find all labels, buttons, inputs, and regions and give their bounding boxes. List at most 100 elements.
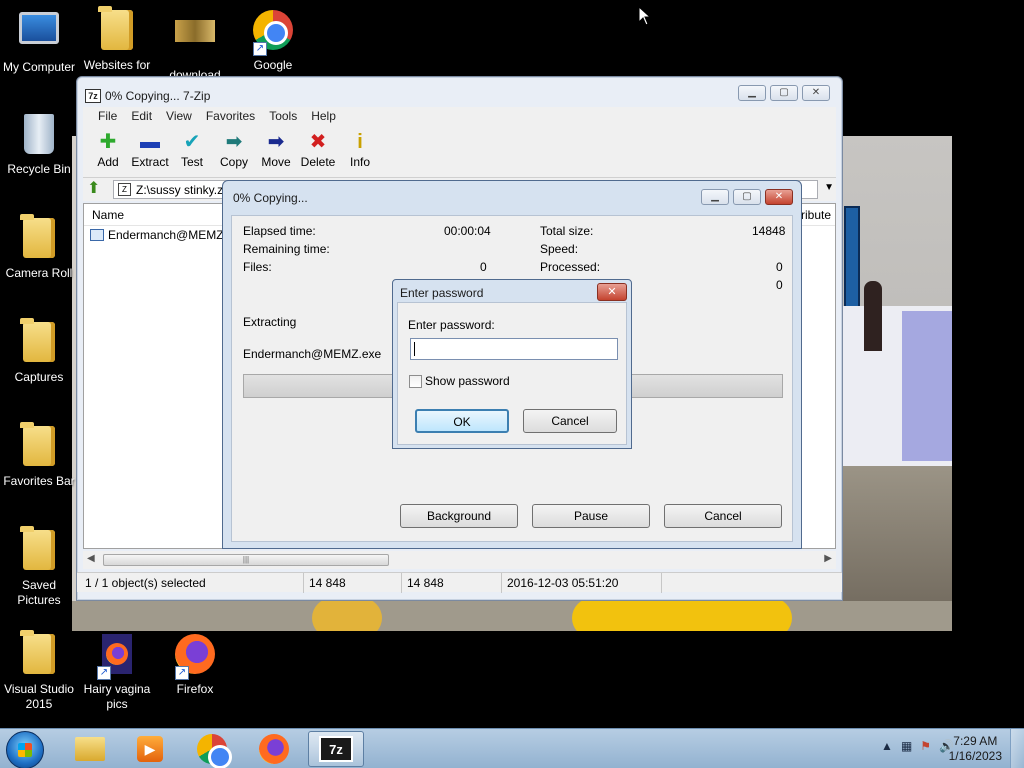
- desktop-icon-captures[interactable]: Captures: [0, 318, 78, 385]
- network-icon[interactable]: ▦: [901, 739, 912, 753]
- taskbar-chrome[interactable]: [184, 731, 240, 768]
- close-button[interactable]: ✕: [597, 283, 627, 301]
- column-name[interactable]: Name: [92, 208, 124, 222]
- cancel-button[interactable]: Cancel: [523, 409, 617, 433]
- action-center-icon[interactable]: ⚑: [920, 739, 931, 753]
- chevron-down-icon[interactable]: ▼: [824, 182, 834, 193]
- minimize-button[interactable]: ▁: [738, 85, 766, 101]
- background-button[interactable]: Background: [400, 504, 518, 528]
- taskbar-7zip[interactable]: 7z: [308, 731, 364, 767]
- copy-label: Copy: [219, 155, 248, 169]
- move-icon: ➡: [267, 131, 285, 153]
- folder-icon: [20, 526, 55, 570]
- desktop-icon-hairy-pics[interactable]: ↗ Hairy vagina pics: [78, 632, 156, 712]
- horizontal-scrollbar[interactable]: ◀ ||| ▶: [83, 551, 836, 569]
- recycle-bin-icon: [24, 114, 54, 154]
- add-button[interactable]: ✚ Add: [87, 125, 129, 177]
- desktop-icon-favorites-bar[interactable]: Favorites Bar: [0, 422, 78, 489]
- info-icon: i: [357, 131, 363, 153]
- move-label: Move: [261, 155, 291, 169]
- explorer-icon: [75, 737, 105, 761]
- menu-tools[interactable]: Tools: [262, 107, 304, 125]
- media-player-icon: ▶: [137, 736, 163, 762]
- clock-date: 1/16/2023: [948, 749, 1002, 763]
- scrollbar-thumb[interactable]: |||: [103, 554, 389, 566]
- exe-file-icon: [90, 229, 104, 241]
- move-button[interactable]: ➡ Move: [255, 125, 297, 177]
- folder-firefox-icon: [20, 422, 55, 466]
- image-thumbnail-icon: [175, 20, 215, 42]
- minimize-button[interactable]: ▁: [701, 189, 729, 205]
- taskbar: ▶ 7z ▲ ▦ ⚑ 🔊 7:29 AM 1/16/2023: [0, 728, 1024, 768]
- processed-value: 0: [776, 260, 783, 274]
- desktop-icon-recycle-bin[interactable]: Recycle Bin: [0, 112, 78, 177]
- clock[interactable]: 7:29 AM 1/16/2023: [949, 734, 1002, 764]
- taskbar-media-player[interactable]: ▶: [122, 731, 178, 767]
- desktop-icon-label: Visual Studio 2015: [4, 682, 74, 711]
- close-button[interactable]: ✕: [802, 85, 830, 101]
- desktop-icon-websites[interactable]: Websites for: [78, 6, 156, 73]
- scroll-right-icon[interactable]: ▶: [824, 553, 832, 564]
- computer-icon: [19, 12, 59, 44]
- shortcut-arrow-icon: ↗: [175, 666, 189, 680]
- password-dialog-body: Enter password: Show password OK Cancel: [397, 302, 627, 445]
- test-button[interactable]: ✔ Test: [171, 125, 213, 177]
- close-button[interactable]: ✕: [765, 189, 793, 205]
- menu-favorites[interactable]: Favorites: [199, 107, 262, 125]
- password-input[interactable]: [410, 338, 618, 360]
- test-icon: ✔: [183, 131, 201, 153]
- extract-icon: ▬: [140, 131, 160, 153]
- delete-button[interactable]: ✖ Delete: [297, 125, 339, 177]
- up-folder-icon[interactable]: ⬆: [87, 181, 105, 199]
- ok-button[interactable]: OK: [415, 409, 509, 433]
- menu-view[interactable]: View: [159, 107, 199, 125]
- desktop-icon-saved-pictures[interactable]: Saved Pictures: [0, 526, 78, 608]
- desktop-icon-firefox[interactable]: ↗ Firefox: [156, 632, 234, 697]
- maximize-button[interactable]: ▢: [733, 189, 761, 205]
- elapsed-time-label: Elapsed time:: [243, 224, 316, 238]
- desktop-icon-label: Firefox: [176, 682, 214, 696]
- info-button[interactable]: i Info: [339, 125, 381, 177]
- menu-bar: File Edit View Favorites Tools Help: [83, 107, 836, 125]
- 7zip-app-icon: 7z: [85, 89, 101, 103]
- menu-file[interactable]: File: [91, 107, 124, 125]
- start-button[interactable]: [6, 731, 44, 768]
- folder-icon: [20, 214, 55, 258]
- menu-edit[interactable]: Edit: [124, 107, 159, 125]
- desktop-icon-visual-studio[interactable]: Visual Studio 2015: [0, 630, 78, 712]
- taskbar-firefox[interactable]: [246, 731, 302, 767]
- clock-time: 7:29 AM: [953, 734, 998, 748]
- shortcut-arrow-icon: ↗: [97, 666, 111, 680]
- menu-help[interactable]: Help: [304, 107, 343, 125]
- maximize-button[interactable]: ▢: [770, 85, 798, 101]
- desktop-icon-google[interactable]: ↗ Google: [234, 8, 312, 73]
- shortcut-arrow-icon: ↗: [253, 42, 267, 56]
- copy-button[interactable]: ➡ Copy: [213, 125, 255, 177]
- text-caret: [414, 342, 415, 356]
- desktop-icon-download[interactable]: download: [156, 8, 234, 83]
- files-value: 0: [480, 260, 487, 274]
- desktop-icon-camera-roll[interactable]: Camera Roll: [0, 214, 78, 281]
- show-hidden-icons-icon[interactable]: ▲: [881, 739, 893, 753]
- current-file-label: Endermanch@MEMZ.exe: [243, 347, 382, 361]
- extract-button[interactable]: ▬ Extract: [129, 125, 171, 177]
- firefox-icon: [259, 734, 289, 764]
- desktop-icon-label: Favorites Bar: [3, 474, 75, 488]
- pause-button[interactable]: Pause: [532, 504, 650, 528]
- status-size: 14 848: [309, 576, 346, 590]
- password-dialog-title[interactable]: Enter password: [393, 280, 631, 304]
- desktop-icon-label: Google: [253, 58, 293, 72]
- speed-label: Speed:: [540, 242, 579, 256]
- taskbar-explorer[interactable]: [62, 731, 118, 767]
- cancel-copy-button[interactable]: Cancel: [664, 504, 782, 528]
- status-selected: 1 / 1 object(s) selected: [85, 576, 206, 590]
- window-title: 0% Copying... 7-Zip: [105, 89, 211, 103]
- show-password-checkbox[interactable]: [409, 375, 422, 388]
- desktop-icon-my-computer[interactable]: My Computer: [0, 8, 78, 75]
- test-label: Test: [180, 155, 203, 169]
- folder-icon: [20, 630, 55, 674]
- scroll-left-icon[interactable]: ◀: [87, 553, 95, 564]
- show-desktop-button[interactable]: [1010, 729, 1024, 768]
- window-titlebar[interactable]: 7z 0% Copying... 7-Zip: [77, 77, 842, 107]
- show-password-label[interactable]: Show password: [425, 374, 510, 388]
